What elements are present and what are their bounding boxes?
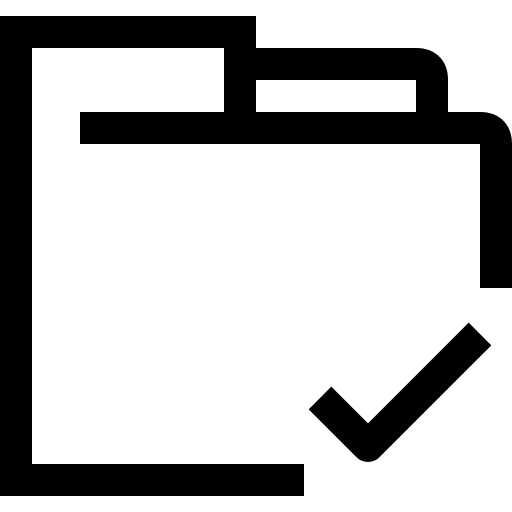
icon-canvas bbox=[0, 0, 512, 512]
checkmark-icon bbox=[308, 322, 492, 462]
folder-body-outline bbox=[0, 16, 304, 496]
folder-front-flap-outline bbox=[80, 112, 512, 288]
folder-check-icon bbox=[0, 16, 512, 496]
folder-back-tab-outline bbox=[240, 48, 448, 112]
